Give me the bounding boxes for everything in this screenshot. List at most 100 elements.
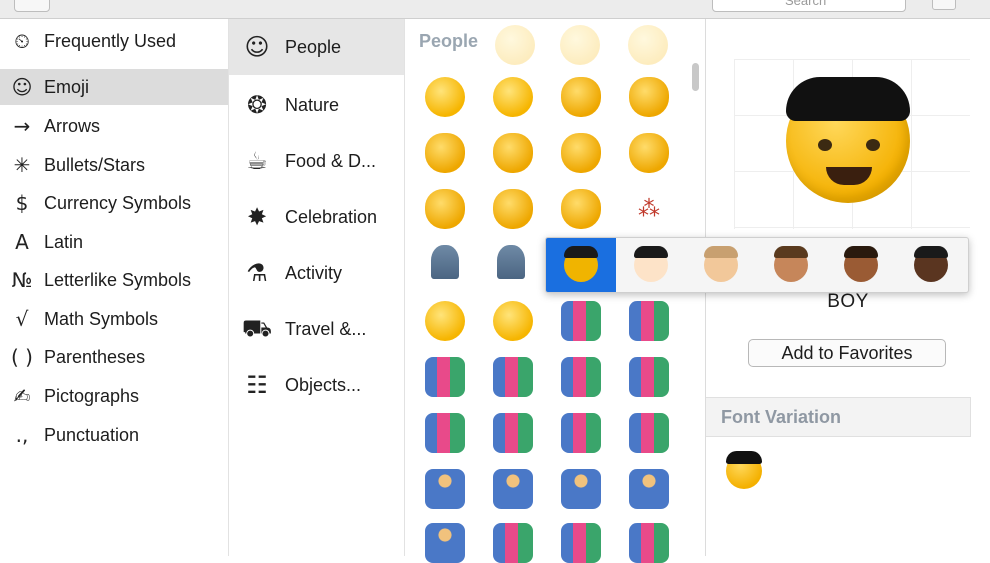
category-label: Currency Symbols — [44, 192, 192, 213]
dollar-icon: $ — [15, 191, 29, 215]
group-label: Celebration — [285, 206, 378, 227]
skin-tone-option[interactable] — [826, 238, 896, 292]
preview-eye — [866, 139, 880, 151]
busts-silhouette-icon[interactable] — [497, 245, 525, 279]
emoji-cell[interactable] — [561, 357, 601, 397]
search-field[interactable]: Search — [712, 0, 906, 12]
numero-icon: № — [11, 268, 33, 292]
category-pictographs[interactable]: ✍ Pictographs — [0, 378, 228, 414]
tree-icon: ❂ — [246, 91, 268, 119]
skin-tone-option[interactable] — [756, 238, 826, 292]
skin-tone-option[interactable] — [546, 238, 616, 292]
emoji-cell[interactable] — [628, 25, 668, 65]
group-food-drink[interactable]: ☕ Food & D... — [229, 133, 404, 189]
cake-icon: ☕ — [246, 147, 268, 175]
latin-a-icon: A — [15, 230, 29, 254]
emoji-cell[interactable] — [425, 469, 465, 509]
emoji-cell[interactable] — [493, 357, 533, 397]
bust-silhouette-icon[interactable] — [431, 245, 459, 279]
emoji-cell[interactable] — [561, 77, 601, 117]
emoji-cell[interactable] — [629, 413, 669, 453]
parentheses-icon: ( ) — [11, 345, 33, 369]
emoji-cell[interactable] — [425, 413, 465, 453]
emoji-cell[interactable] — [425, 133, 465, 173]
category-label: Punctuation — [44, 424, 140, 445]
group-celebration[interactable]: ✸ Celebration — [229, 189, 404, 245]
emoji-cell[interactable] — [561, 523, 601, 563]
group-travel[interactable]: ⛟ Travel &... — [229, 301, 404, 357]
category-math-symbols[interactable]: √ Math Symbols — [0, 301, 228, 337]
emoji-cell[interactable] — [493, 301, 533, 341]
asterisk-icon: ✳ — [13, 153, 31, 177]
emoji-group-list: ☺ People ❂ Nature ☕ Food & D... ✸ Celebr… — [229, 19, 405, 556]
emoji-cell[interactable] — [425, 189, 465, 229]
category-arrows[interactable]: → Arrows — [0, 108, 228, 144]
view-toggle-button[interactable] — [14, 0, 50, 12]
punctuation-icon: ., — [15, 423, 29, 447]
category-punctuation[interactable]: ., Punctuation — [0, 417, 228, 453]
settings-button[interactable] — [932, 0, 956, 10]
category-letterlike-symbols[interactable]: № Letterlike Symbols — [0, 262, 228, 298]
skin-tone-option[interactable] — [896, 238, 966, 292]
category-latin[interactable]: A Latin — [0, 224, 228, 260]
emoji-cell[interactable] — [629, 469, 669, 509]
emoji-cell[interactable] — [493, 189, 533, 229]
category-parentheses[interactable]: ( ) Parentheses — [0, 339, 228, 375]
skin-tone-option[interactable] — [686, 238, 756, 292]
group-activity[interactable]: ⚗ Activity — [229, 245, 404, 301]
group-label: Nature — [285, 94, 340, 115]
car-icon: ⛟ — [241, 313, 273, 342]
emoji-cell[interactable] — [629, 357, 669, 397]
category-bullets-stars[interactable]: ✳ Bullets/Stars — [0, 147, 228, 183]
category-emoji[interactable]: ☺ Emoji — [0, 69, 228, 105]
group-people[interactable]: ☺ People — [229, 19, 404, 75]
category-label: Bullets/Stars — [44, 154, 146, 175]
hair-icon — [844, 246, 878, 258]
category-frequently-used[interactable]: ⏲ Frequently Used — [0, 23, 228, 59]
group-nature[interactable]: ❂ Nature — [229, 77, 404, 133]
emoji-cell[interactable] — [495, 25, 535, 65]
grid-scrollbar[interactable] — [692, 63, 699, 91]
smiley-icon: ☺ — [244, 33, 270, 61]
clock-icon: ⏲ — [14, 29, 30, 53]
emoji-cell[interactable] — [629, 133, 669, 173]
emoji-cell[interactable] — [561, 469, 601, 509]
group-label: Food & D... — [285, 150, 377, 171]
category-label: Emoji — [44, 76, 90, 97]
category-label: Latin — [44, 231, 84, 252]
arrow-icon: → — [13, 114, 31, 138]
emoji-cell[interactable] — [629, 77, 669, 117]
footprints-icon[interactable]: ⁂ — [629, 189, 669, 229]
emoji-cell[interactable] — [493, 469, 533, 509]
category-sidebar: ⏲ Frequently Used ☺ Emoji → Arrows ✳ Bul… — [0, 19, 229, 556]
emoji-cell[interactable] — [493, 77, 533, 117]
pencil-icon: ✍ — [13, 384, 31, 408]
group-label: Travel &... — [285, 318, 367, 339]
emoji-cell[interactable] — [561, 301, 601, 341]
group-label: Activity — [285, 262, 343, 283]
group-objects[interactable]: ☷ Objects... — [229, 357, 404, 413]
hair-icon — [914, 246, 948, 258]
emoji-cell[interactable] — [629, 301, 669, 341]
runner-icon: ⚗ — [246, 259, 268, 287]
emoji-cell[interactable] — [561, 189, 601, 229]
add-to-favorites-button[interactable]: Add to Favorites — [748, 339, 946, 367]
emoji-cell[interactable] — [493, 413, 533, 453]
emoji-cell[interactable] — [561, 133, 601, 173]
emoji-cell[interactable] — [425, 301, 465, 341]
skin-tone-option[interactable] — [616, 238, 686, 292]
emoji-cell[interactable] — [629, 523, 669, 563]
emoji-cell[interactable] — [560, 25, 600, 65]
emoji-cell[interactable] — [425, 357, 465, 397]
emoji-cell[interactable] — [493, 133, 533, 173]
smiley-icon: ☺ — [11, 75, 33, 99]
boy-emoji-hair — [786, 77, 910, 121]
category-currency-symbols[interactable]: $ Currency Symbols — [0, 185, 228, 221]
emoji-cell[interactable] — [425, 77, 465, 117]
font-variation-title: Font Variation — [721, 407, 842, 427]
hair-icon — [564, 246, 598, 258]
emoji-cell[interactable] — [561, 413, 601, 453]
emoji-cell[interactable] — [425, 523, 465, 563]
sqrt-icon: √ — [15, 307, 29, 331]
emoji-cell[interactable] — [493, 523, 533, 563]
